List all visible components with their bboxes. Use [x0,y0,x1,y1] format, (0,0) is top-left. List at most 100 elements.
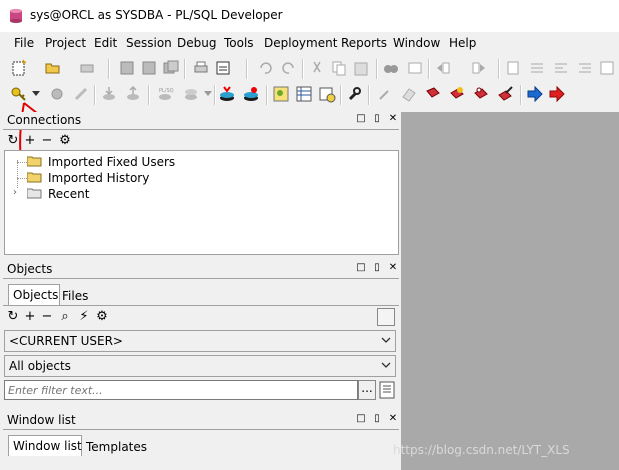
arrow-right-red-icon[interactable] [548,85,566,103]
database-app-icon [10,9,22,23]
sql-db-2-icon[interactable] [182,85,200,103]
save-all-icon[interactable] [162,59,180,77]
cut-icon[interactable] [308,59,326,77]
copy-icon[interactable] [330,59,348,77]
connection-properties-icon[interactable]: ⚙ [59,134,71,147]
menu-file[interactable]: File [14,36,34,50]
menu-session[interactable]: Session [126,36,172,50]
connections-title: Connections [7,113,82,127]
menu-reports[interactable]: Reports [341,36,387,50]
filter-input[interactable] [4,380,358,400]
window-title: sys@ORCL as SYSDBA - PL/SQL Developer [30,8,283,22]
tab-window-list-label: Window list [13,439,82,453]
menu-tools[interactable]: Tools [224,36,254,50]
tab-files[interactable]: Files [58,286,94,306]
refresh-icon[interactable]: ↻ [7,310,19,323]
pin-icon[interactable]: ▯ [371,113,383,125]
print-setup-icon[interactable] [78,59,96,77]
undo-icon[interactable] [256,59,274,77]
view-toggle-button[interactable] [377,308,395,326]
pin-book-icon[interactable] [472,85,490,103]
pin-icon[interactable]: ▯ [371,262,383,274]
tree-item-recent[interactable]: Recent [48,187,89,201]
refresh-icon[interactable]: ↻ [7,134,19,147]
db-connect-icon[interactable] [218,85,236,103]
new-icon[interactable] [10,59,28,77]
comment-icon[interactable] [504,59,522,77]
save-as-icon[interactable] [140,59,158,77]
object-type-select[interactable]: All objects [4,355,396,377]
arrow-right-blue-icon[interactable] [526,85,544,103]
indent-icon[interactable] [434,59,452,77]
find-icon[interactable] [382,59,400,77]
filter-more-button[interactable]: ... [358,380,376,400]
break-icon[interactable] [72,85,90,103]
pin-icon[interactable]: ▯ [371,413,383,425]
restore-icon[interactable]: □ [355,262,367,274]
expand-chevron-icon[interactable]: › [13,187,17,198]
open-folder-icon[interactable] [44,59,62,77]
eraser-icon[interactable] [400,85,418,103]
execute-gear-icon[interactable] [48,85,66,103]
commit-icon[interactable] [100,85,118,103]
objects-header: Objects □ ▯ ✕ [3,261,399,279]
remove-icon[interactable]: − [41,310,53,323]
properties-icon[interactable]: ⚙ [96,310,108,323]
menu-project[interactable]: Project [45,36,86,50]
restore-icon[interactable]: □ [355,413,367,425]
calendar-clock-icon[interactable] [318,85,336,103]
menu-edit[interactable]: Edit [94,36,117,50]
window-list-header: Window list □ ▯ ✕ [3,412,399,430]
folder-icon [27,156,42,167]
chevron-down-icon [381,337,391,343]
unindent-icon[interactable] [470,59,488,77]
sql-dropdown-icon[interactable] [204,91,212,97]
close-icon[interactable]: ✕ [387,413,399,425]
paste-icon[interactable] [352,59,370,77]
special-copy-icon[interactable] [598,59,616,77]
tab-window-list[interactable]: Window list [8,435,82,456]
print-preview-icon[interactable] [214,59,232,77]
title-bar: sys@ORCL as SYSDBA - PL/SQL Developer [0,0,619,32]
print-icon[interactable] [192,59,210,77]
restore-icon[interactable]: □ [355,113,367,125]
user-select-value: <CURRENT USER> [9,334,123,348]
rollback-icon[interactable] [124,85,142,103]
tab-templates[interactable]: Templates [82,437,152,457]
template-icon[interactable] [295,85,313,103]
save-icon[interactable] [118,59,136,77]
menu-debug[interactable]: Debug [177,36,216,50]
workspace-area [401,112,619,470]
close-icon[interactable]: ✕ [387,262,399,274]
red-book-icon[interactable] [424,85,442,103]
tab-objects[interactable]: Objects [8,284,60,305]
remove-icon[interactable]: − [41,134,53,147]
add-icon[interactable]: + [24,310,36,323]
tree-item-imported-history[interactable]: Imported History [48,171,149,185]
uppercase-icon[interactable] [528,59,546,77]
filter-settings-icon[interactable] [379,381,395,399]
sql-db-icon[interactable]: PL/SQL [156,85,174,103]
redo-icon[interactable] [280,59,298,77]
db-disconnect-icon[interactable] [242,85,260,103]
replace-icon[interactable] [406,59,424,77]
format-icon[interactable] [576,59,594,77]
lowercase-icon[interactable] [552,59,570,77]
add-icon[interactable]: + [24,134,36,147]
pen-book-icon[interactable] [496,85,514,103]
menu-deployment[interactable]: Deployment [264,36,337,50]
wrench-icon[interactable] [345,85,363,103]
menu-window[interactable]: Window [393,36,440,50]
magic-icon[interactable] [376,85,394,103]
objects-toolbar: ↻ + − ⌕ ⚡ ⚙ [3,308,399,328]
close-icon[interactable]: ✕ [387,113,399,125]
tree-item-imported-fixed-users[interactable]: Imported Fixed Users [48,155,175,169]
filter-icon[interactable]: ⚡ [78,310,90,323]
menu-bar: File Project Edit Session Debug Tools De… [0,33,619,55]
user-select[interactable]: <CURRENT USER> [4,330,396,352]
connections-tree: Imported Fixed Users Imported History › … [4,150,399,255]
find-binoculars-icon[interactable]: ⌕ [59,310,71,323]
yellow-book-icon[interactable] [448,85,466,103]
key-grid-icon[interactable] [272,85,290,103]
menu-help[interactable]: Help [449,36,476,50]
